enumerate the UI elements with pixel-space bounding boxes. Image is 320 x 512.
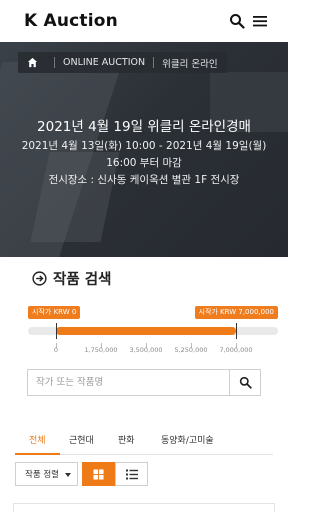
artwork-search-button[interactable] [229, 370, 260, 395]
artwork-search-input[interactable] [28, 370, 230, 395]
site-logo[interactable]: K Auction [24, 11, 118, 31]
slider-tick-label: 7,000,000 [219, 346, 253, 354]
auction-deadline: 16:00 부터 마감 [106, 157, 182, 169]
search-icon [239, 376, 252, 389]
price-range-slider[interactable]: 시작가 KRW 0 시작가 KRW 7,000,000 0 1,750,000 3,… [28, 306, 278, 360]
list-view-button[interactable] [115, 462, 148, 486]
tab-oriental-antiques[interactable]: 동양화/고미술 [161, 433, 214, 446]
artwork-search-heading: 작품 검색 [32, 268, 111, 289]
active-tab-indicator [15, 453, 60, 455]
site-header: K Auction [0, 0, 288, 42]
search-icon[interactable] [229, 13, 245, 29]
arrow-circle-right-icon [32, 271, 47, 286]
artwork-card[interactable] [13, 503, 275, 512]
slider-tick-label: 5,250,000 [174, 346, 208, 354]
hamburger-menu-icon[interactable] [252, 13, 268, 29]
slider-min-handle[interactable] [56, 323, 57, 339]
section-title: 작품 검색 [53, 272, 112, 288]
auction-venue: 전시장소 : 신사동 케이옥션 별관 1F 전시장 [48, 174, 240, 186]
slider-tick-label: 1,750,000 [84, 346, 118, 354]
grid-view-button[interactable] [82, 462, 115, 486]
tab-modern-contemporary[interactable]: 근현대 [69, 433, 94, 446]
slider-tick-label: 0 [53, 346, 59, 354]
list-view-icon [125, 469, 138, 479]
caret-down-icon [65, 473, 71, 477]
auction-hero-banner: ONLINE AUCTION 위클리 온라인 2021년 4월 19일 위클리 … [0, 42, 288, 257]
breadcrumb-item-online-auction[interactable]: ONLINE AUCTION [63, 57, 145, 68]
slider-selected-range [56, 327, 236, 335]
max-price-label: 시작가 KRW 7,000,000 [194, 306, 278, 319]
artwork-search-box [27, 369, 261, 396]
breadcrumb-item-weekly-online[interactable]: 위클리 온라인 [162, 56, 217, 70]
auction-period: 2021년 4월 13일(화) 10:00 - 2021년 4월 19일(월) [21, 140, 267, 152]
auction-title: 2021년 4월 19일 위클리 온라인경매 [37, 119, 251, 135]
tab-prints[interactable]: 판화 [118, 433, 135, 446]
breadcrumb: ONLINE AUCTION 위클리 온라인 [18, 52, 227, 73]
sort-dropdown[interactable]: 작품 정렬 [15, 462, 78, 486]
breadcrumb-separator [153, 57, 155, 68]
slider-max-handle[interactable] [236, 323, 237, 339]
sort-dropdown-label: 작품 정렬 [25, 470, 59, 480]
tab-all[interactable]: 전체 [29, 433, 46, 446]
category-tabs: 전체 근현대 판화 동양화/고미술 [15, 425, 273, 455]
grid-view-icon [93, 468, 104, 480]
slider-tick-label: 3,500,000 [129, 346, 163, 354]
breadcrumb-separator [54, 57, 55, 68]
min-price-label: 시작가 KRW 0 [28, 306, 81, 319]
home-icon[interactable] [27, 57, 38, 68]
